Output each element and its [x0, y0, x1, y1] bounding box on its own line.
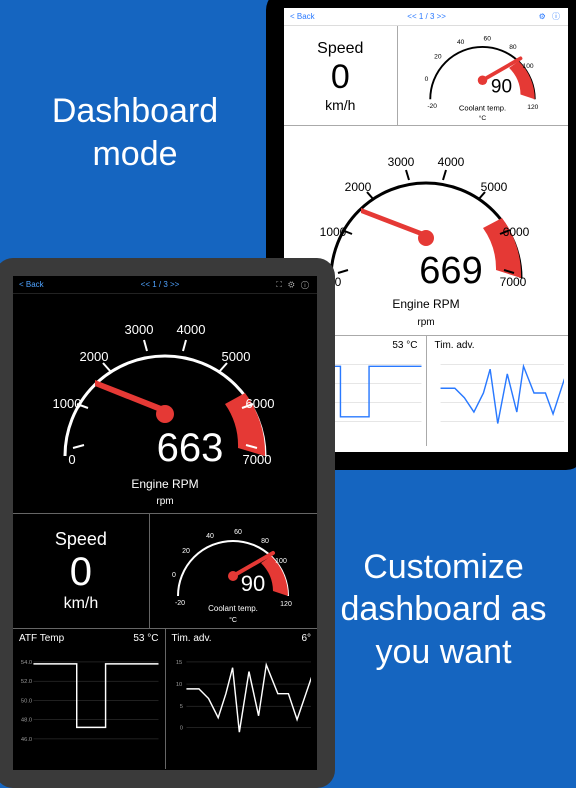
- speed-unit: km/h: [325, 97, 355, 113]
- svg-text:1000: 1000: [53, 396, 82, 411]
- svg-text:46.0: 46.0: [21, 737, 32, 743]
- promo-heading-top: Dashboard mode: [20, 90, 250, 175]
- rpm-gauge-tile[interactable]: 0 1000 2000 3000 4000 5000 6000 7000: [13, 294, 317, 514]
- chart2-label: Tim. adv.: [435, 340, 475, 351]
- light-toolbar: < Back << 1 / 3 >> ⚙ ⓘ: [284, 8, 568, 26]
- svg-text:40: 40: [206, 533, 214, 540]
- svg-text:60: 60: [234, 529, 242, 536]
- svg-text:0: 0: [68, 452, 75, 467]
- speed-label: Speed: [317, 40, 363, 58]
- svg-text:Engine RPM: Engine RPM: [392, 297, 459, 311]
- speed-value: 0: [70, 550, 92, 595]
- chart1-value: 53 °C: [392, 340, 417, 351]
- rpm-gauge-icon: 0 1000 2000 3000 4000 5000 6000 7000: [20, 296, 310, 511]
- svg-text:20: 20: [434, 53, 442, 60]
- speed-value: 0: [331, 58, 350, 97]
- svg-text:3000: 3000: [125, 322, 154, 337]
- svg-text:6000: 6000: [246, 396, 275, 411]
- svg-text:-20: -20: [175, 600, 185, 607]
- svg-text:100: 100: [523, 63, 534, 70]
- toolbar-icons[interactable]: ⚙ ⓘ: [539, 11, 562, 22]
- dark-screen: < Back << 1 / 3 >> ⛶ ⚙ ⓘ 0 1000 2000 300…: [13, 276, 317, 770]
- svg-text:Coolant temp.: Coolant temp.: [208, 604, 258, 613]
- svg-text:°C: °C: [479, 114, 487, 122]
- speed-tile[interactable]: Speed 0 km/h: [13, 514, 150, 628]
- svg-text:4000: 4000: [438, 155, 465, 169]
- svg-text:0: 0: [335, 275, 342, 289]
- svg-text:90: 90: [491, 77, 512, 98]
- svg-text:120: 120: [528, 104, 539, 111]
- svg-text:1000: 1000: [320, 225, 347, 239]
- speed-unit: km/h: [64, 595, 99, 613]
- promo-heading-bottom: Customize dashboard as you want: [326, 546, 561, 674]
- svg-text:Engine RPM: Engine RPM: [131, 477, 198, 491]
- svg-text:5: 5: [179, 704, 182, 710]
- dark-tablet-frame: < Back << 1 / 3 >> ⛶ ⚙ ⓘ 0 1000 2000 300…: [0, 258, 335, 788]
- svg-text:100: 100: [276, 558, 288, 565]
- dark-toolbar: < Back << 1 / 3 >> ⛶ ⚙ ⓘ: [13, 276, 317, 294]
- dark-chart-2[interactable]: Tim. adv. 6° 15 10 5 0: [166, 629, 318, 769]
- svg-text:15: 15: [175, 660, 181, 666]
- svg-text:7000: 7000: [243, 452, 272, 467]
- dark-chart-1[interactable]: ATF Temp 53 °C 54.0 52.0 50.0 48.0 46.0: [13, 629, 166, 769]
- svg-text:80: 80: [261, 538, 269, 545]
- svg-text:5000: 5000: [222, 349, 251, 364]
- chart-line-icon: 15 10 5 0: [172, 646, 312, 751]
- svg-text:40: 40: [457, 39, 465, 46]
- toolbar-icons[interactable]: ⛶ ⚙ ⓘ: [276, 280, 311, 290]
- svg-text:3000: 3000: [388, 155, 415, 169]
- svg-text:0: 0: [179, 725, 182, 731]
- svg-text:50.0: 50.0: [21, 698, 32, 704]
- svg-text:90: 90: [241, 571, 265, 596]
- svg-text:7000: 7000: [500, 275, 527, 289]
- svg-text:4000: 4000: [177, 322, 206, 337]
- chart1-value: 53 °C: [133, 633, 158, 644]
- svg-text:10: 10: [175, 682, 181, 688]
- svg-text:54.0: 54.0: [21, 660, 32, 666]
- chart1-label: ATF Temp: [19, 633, 64, 644]
- coolant-gauge-icon: -20 0 20 40 60 80 100 120 90 Coolant temp. °…: [405, 28, 560, 123]
- chart2-label: Tim. adv.: [172, 633, 212, 644]
- back-button[interactable]: < Back: [290, 12, 315, 21]
- svg-text:120: 120: [281, 601, 293, 608]
- chart-line-icon: 54.0 52.0 50.0 48.0 46.0: [19, 646, 159, 751]
- svg-text:rpm: rpm: [417, 317, 434, 328]
- svg-text:rpm: rpm: [156, 496, 173, 507]
- svg-text:80: 80: [510, 44, 518, 51]
- svg-text:52.0: 52.0: [21, 679, 32, 685]
- speed-tile[interactable]: Speed 0 km/h: [284, 26, 398, 125]
- coolant-gauge-icon: -20 0 20 40 60 80 100 120 90 Coolant temp. °…: [153, 516, 313, 626]
- page-indicator[interactable]: << 1 / 3 >>: [141, 280, 180, 289]
- chart-line-icon: [431, 353, 565, 433]
- svg-text:60: 60: [484, 35, 492, 42]
- svg-text:48.0: 48.0: [21, 718, 32, 724]
- coolant-gauge[interactable]: -20 0 20 40 60 80 100 120 90 Coolant temp. °…: [398, 26, 568, 125]
- svg-text:0: 0: [425, 76, 429, 83]
- page-indicator[interactable]: << 1 / 3 >>: [407, 12, 446, 21]
- svg-text:0: 0: [172, 572, 176, 579]
- light-chart-2[interactable]: Tim. adv.: [427, 336, 569, 446]
- svg-text:Coolant temp.: Coolant temp.: [459, 104, 506, 113]
- speed-label: Speed: [55, 529, 107, 550]
- back-button[interactable]: < Back: [19, 280, 44, 289]
- svg-text:669: 669: [419, 250, 482, 292]
- svg-text:-20: -20: [428, 103, 438, 110]
- svg-text:°C: °C: [229, 616, 237, 624]
- svg-text:20: 20: [182, 548, 190, 555]
- svg-text:2000: 2000: [80, 349, 109, 364]
- chart2-value: 6°: [301, 633, 311, 644]
- svg-text:663: 663: [157, 426, 224, 470]
- coolant-gauge[interactable]: -20 0 20 40 60 80 100 120 90 Coolant temp. °…: [150, 514, 317, 628]
